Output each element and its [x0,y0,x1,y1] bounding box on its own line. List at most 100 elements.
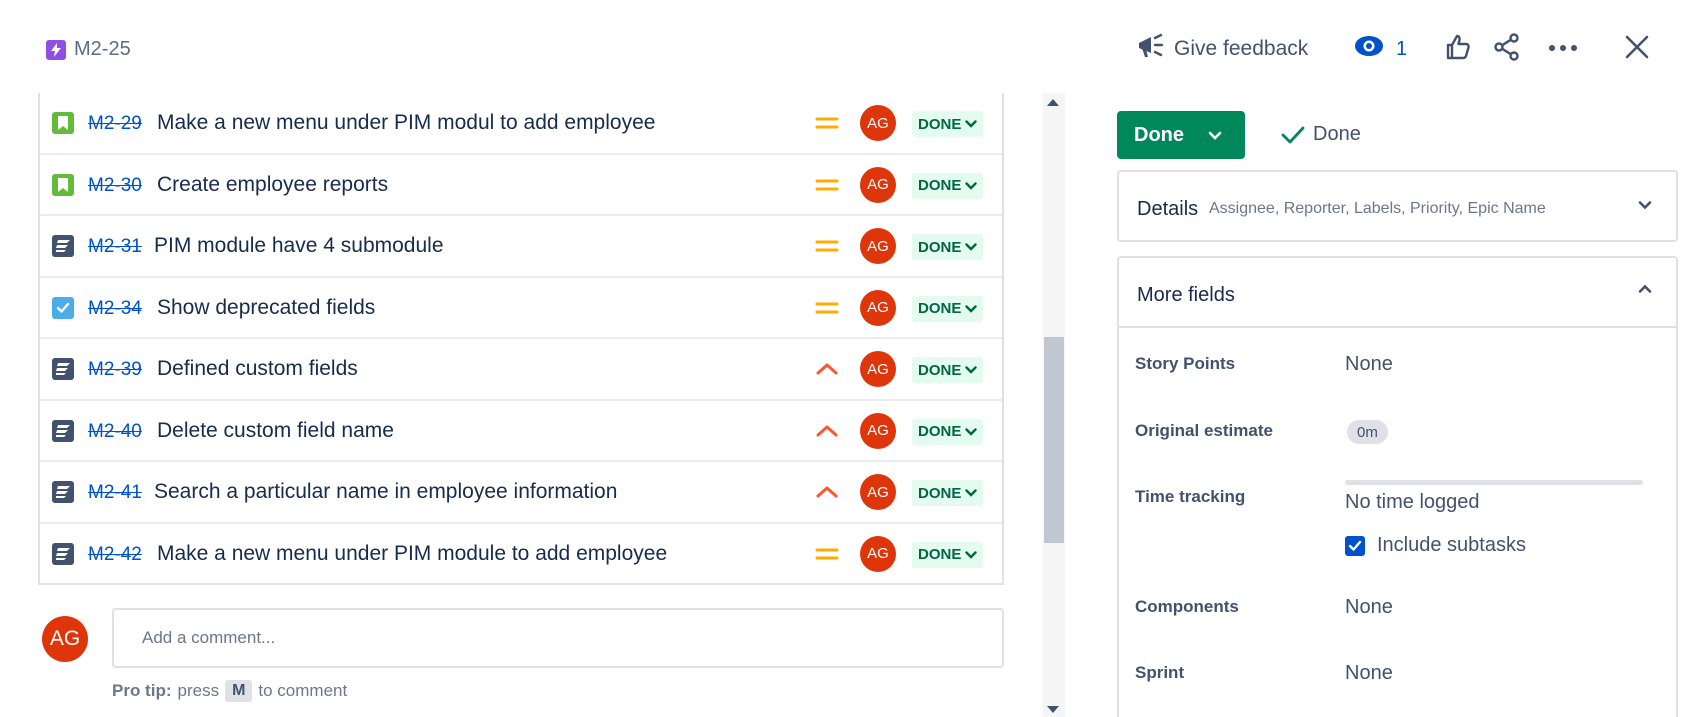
status-label: DONE [918,238,962,256]
checkbox-checked-icon[interactable] [1345,535,1365,556]
issue-breadcrumb[interactable]: M2-25 [46,38,131,61]
child-issue-row[interactable]: M2-39 Defined custom fields AG DONE [40,339,1002,401]
details-panel-header[interactable]: Details Assignee, Reporter, Labels, Prio… [1117,170,1678,242]
child-issue-row[interactable]: M2-42 Make a new menu under PIM module t… [40,524,1002,585]
chevron-down-icon [965,304,978,313]
close-button[interactable] [1624,30,1650,68]
child-issue-row[interactable]: M2-34 Show deprecated fields AG DONE [40,278,1002,339]
close-icon [1624,34,1650,65]
status-dropdown[interactable]: DONE [912,111,984,137]
status-dropdown[interactable]: DONE [912,357,984,383]
task-issue-type-icon [52,296,74,319]
share-button[interactable] [1492,30,1522,68]
vertical-scrollbar[interactable] [1043,93,1065,717]
issue-key-link[interactable]: M2-30 [88,175,142,197]
comment-input[interactable]: Add a comment... [112,608,1004,668]
sprint-label: Sprint [1135,663,1185,682]
vote-button[interactable] [1444,30,1472,68]
status-transition-button[interactable]: Done [1117,111,1245,159]
status-dropdown[interactable]: DONE [912,480,984,506]
time-tracking-bar[interactable] [1345,480,1643,485]
story-points-value[interactable]: None [1345,353,1393,376]
current-user-avatar: AG [42,616,88,662]
status-dropdown[interactable]: DONE [912,234,984,260]
chevron-down-icon [1208,131,1222,140]
child-issue-row[interactable]: M2-29 Make a new menu under PIM modul to… [40,93,1002,155]
checkmark-icon [1281,126,1305,143]
child-issues-list: M2-29 Make a new menu under PIM modul to… [38,93,1004,585]
scrollbar-thumb[interactable] [1044,337,1064,543]
chevron-down-icon [965,120,978,128]
assignee-avatar[interactable]: AG [860,289,896,326]
more-actions-button[interactable] [1548,30,1578,68]
chevron-down-icon [965,427,978,436]
priority-medium-icon [814,175,840,195]
status-dropdown[interactable]: DONE [912,295,984,322]
issue-summary[interactable]: Create employee reports [157,173,388,197]
assignee-avatar[interactable]: AG [860,412,896,449]
time-tracking-label: Time tracking [1135,487,1246,506]
issue-summary[interactable]: Defined custom fields [157,357,358,381]
story-issue-type-icon [52,173,74,196]
feature-issue-type-icon [52,542,74,565]
more-horizontal-icon [1548,40,1578,58]
pro-tip-tail: to comment [258,681,348,700]
assignee-avatar[interactable]: AG [860,535,896,572]
issue-key[interactable]: M2-25 [74,38,131,61]
components-value[interactable]: None [1345,596,1393,619]
priority-high-icon [814,359,840,379]
issue-key-link[interactable]: M2-40 [88,421,142,443]
share-icon [1492,32,1522,67]
chevron-down-icon [965,550,978,559]
give-feedback-label: Give feedback [1174,37,1309,60]
issue-summary[interactable]: Search a particular name in employee inf… [154,480,617,504]
child-issue-row[interactable]: M2-31 PIM module have 4 submodule AG DON… [40,216,1002,278]
assignee-avatar[interactable]: AG [860,474,896,510]
child-issue-row[interactable]: M2-40 Delete custom field name AG DONE [40,401,1002,462]
resolution-label: Done [1313,123,1361,145]
status-dropdown[interactable]: DONE [912,541,984,568]
pro-tip-label: Pro tip: [112,681,172,700]
priority-high-icon [814,482,840,502]
issue-key-link[interactable]: M2-39 [88,359,142,381]
shortcut-key: M [225,680,253,702]
child-issue-row[interactable]: M2-41 Search a particular name in employ… [40,462,1002,524]
pro-tip-press: press [177,681,220,700]
status-label: DONE [918,361,962,379]
epic-lightning-icon [46,39,66,60]
issue-key-link[interactable]: M2-29 [88,113,142,135]
scroll-up-arrow-icon[interactable] [1047,99,1059,106]
original-estimate-value[interactable]: 0m [1347,420,1388,444]
watch-button[interactable]: 1 [1354,30,1407,68]
assignee-avatar[interactable]: AG [860,105,896,141]
issue-summary[interactable]: Make a new menu under PIM modul to add e… [157,111,655,135]
child-issue-row[interactable]: M2-30 Create employee reports AG DONE [40,155,1002,216]
status-dropdown[interactable]: DONE [912,172,984,199]
issue-key-link[interactable]: M2-31 [88,236,142,258]
include-subtasks-checkbox[interactable]: Include subtasks [1345,534,1526,557]
sprint-value[interactable]: None [1345,662,1393,685]
give-feedback-button[interactable]: Give feedback [1136,30,1308,68]
assignee-avatar[interactable]: AG [860,351,896,387]
issue-summary[interactable]: Make a new menu under PIM module to add … [157,542,667,566]
priority-medium-icon [814,236,840,256]
issue-key-link[interactable]: M2-42 [88,544,142,566]
issue-key-link[interactable]: M2-34 [88,298,142,320]
details-title: Details [1137,198,1199,220]
eye-icon [1354,35,1384,63]
story-points-label: Story Points [1135,354,1236,373]
priority-high-icon [814,421,840,441]
issue-key-link[interactable]: M2-41 [88,482,142,504]
assignee-avatar[interactable]: AG [860,166,896,203]
issue-summary[interactable]: Show deprecated fields [157,296,375,320]
issue-summary[interactable]: Delete custom field name [157,419,394,443]
feature-issue-type-icon [52,481,74,503]
header-actions: Give feedback 1 [1136,30,1696,68]
assignee-avatar[interactable]: AG [860,228,896,264]
more-fields-header[interactable]: More fields [1119,258,1676,328]
scroll-down-arrow-icon[interactable] [1047,706,1059,713]
status-dropdown[interactable]: DONE [912,418,984,445]
status-button-label: Done [1134,123,1184,146]
time-tracking-value[interactable]: No time logged [1345,491,1480,514]
issue-summary[interactable]: PIM module have 4 submodule [154,234,444,258]
